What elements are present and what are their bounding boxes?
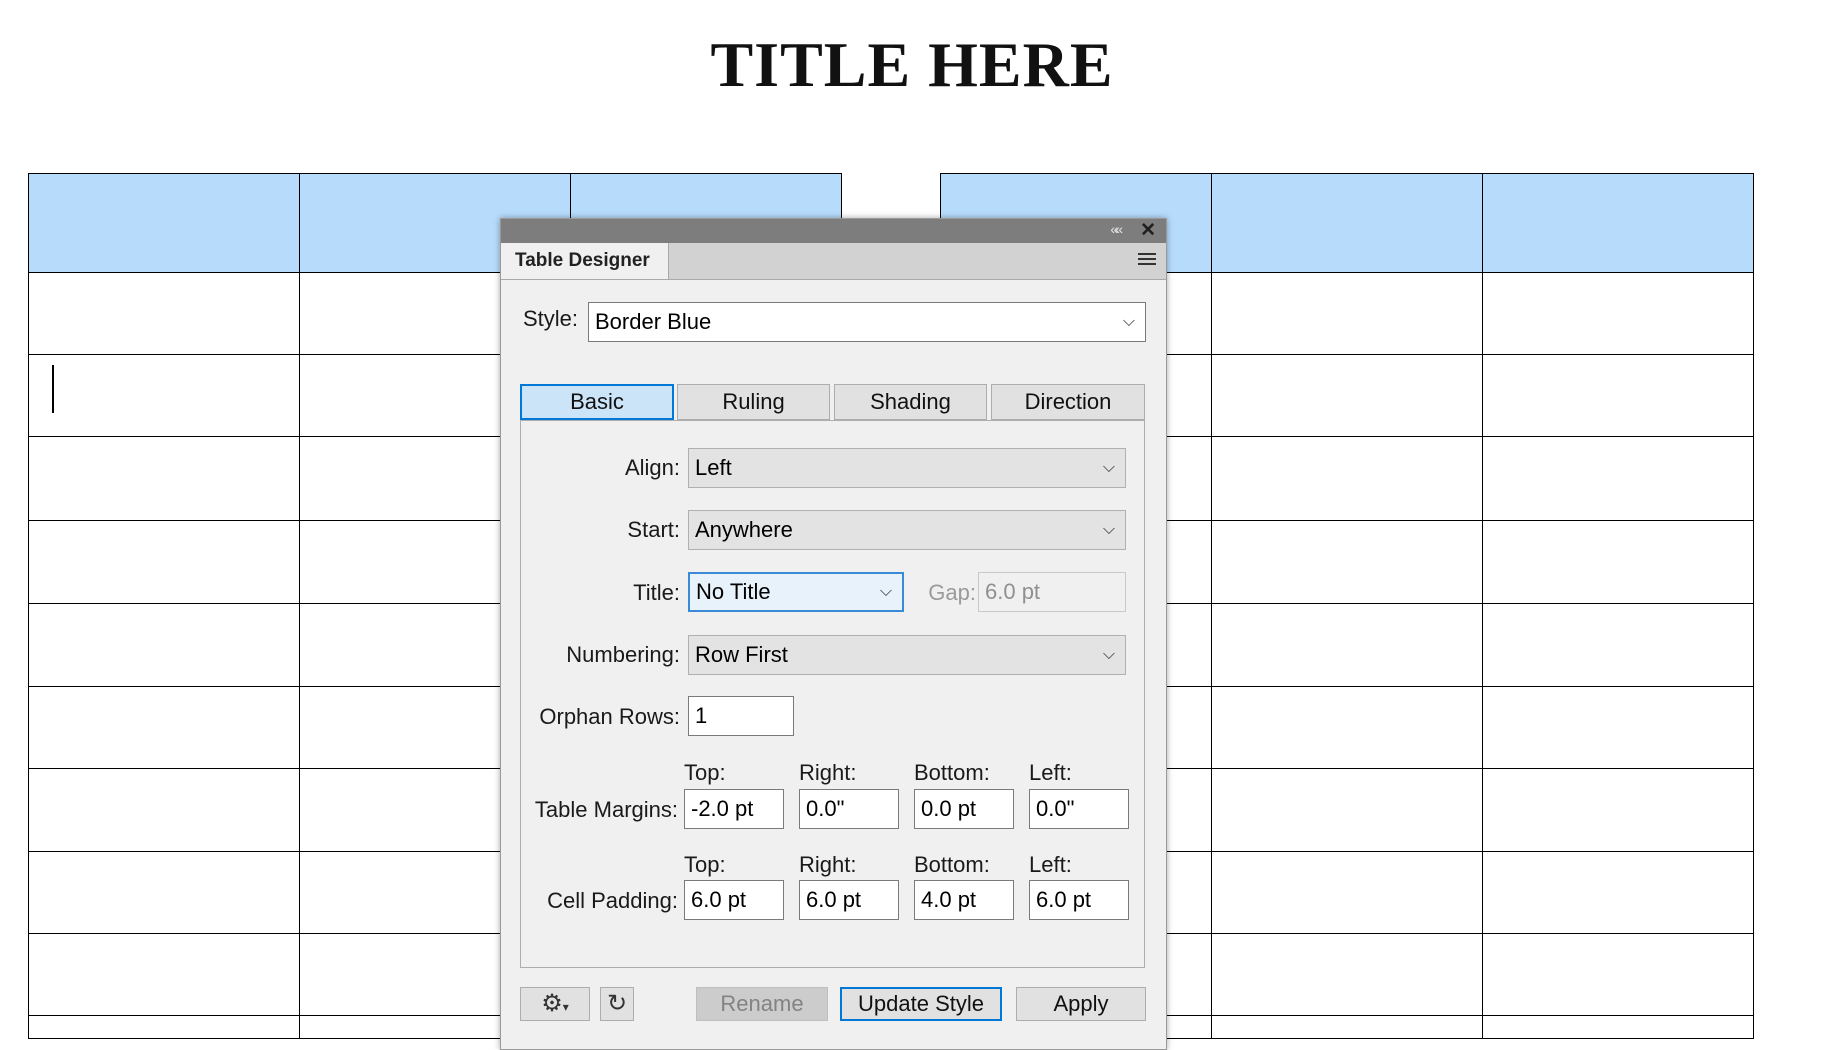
margin-top-label: Top: — [684, 760, 726, 785]
table-cell[interactable] — [28, 520, 300, 604]
table-cell[interactable] — [1482, 686, 1754, 769]
gap-label: Gap: — [928, 580, 976, 605]
document-title: TITLE HERE — [710, 29, 1114, 100]
table-cell[interactable] — [1482, 933, 1754, 1016]
table-cell[interactable] — [1482, 520, 1754, 604]
align-select[interactable]: Left ⌵ — [688, 448, 1126, 488]
padding-right-input[interactable]: 6.0 pt — [799, 880, 899, 920]
margin-bottom-label: Bottom: — [914, 760, 990, 785]
table-cell[interactable] — [1482, 768, 1754, 852]
refresh-button[interactable]: ↻ — [600, 987, 634, 1021]
chevron-down-icon: ⌵ — [1102, 459, 1115, 476]
table-cell[interactable] — [1211, 354, 1483, 437]
padding-top-input[interactable]: 6.0 pt — [684, 880, 784, 920]
margin-top-input[interactable]: -2.0 pt — [684, 789, 784, 829]
panel-tabstrip: Table Designer — [501, 243, 1166, 280]
chevron-down-icon: ⌵ — [1122, 313, 1135, 330]
subtab-direction[interactable]: Direction — [991, 384, 1145, 420]
margin-left-label: Left: — [1029, 760, 1072, 785]
update-style-button[interactable]: Update Style — [840, 987, 1002, 1021]
style-label: Style: — [522, 306, 578, 331]
table-header-cell[interactable] — [570, 173, 842, 219]
table-cell[interactable] — [28, 436, 300, 521]
margin-bottom-input[interactable]: 0.0 pt — [914, 789, 1014, 829]
table-cell[interactable] — [1211, 686, 1483, 769]
refresh-icon: ↻ — [606, 990, 628, 1017]
numbering-select[interactable]: Row First ⌵ — [688, 635, 1126, 675]
table-cell[interactable] — [1211, 851, 1483, 934]
table-cell[interactable] — [1482, 354, 1754, 437]
subtab-shading[interactable]: Shading — [834, 384, 987, 420]
table-cell[interactable] — [28, 686, 300, 769]
table-header-cell[interactable] — [1211, 173, 1483, 273]
table-margins-label: Table Margins: — [534, 797, 678, 822]
table-header-cell[interactable] — [28, 173, 300, 273]
subtab-basic[interactable]: Basic — [520, 384, 674, 420]
table-cell[interactable] — [1211, 520, 1483, 604]
padding-left-label: Left: — [1029, 852, 1072, 877]
table-cell[interactable] — [28, 1015, 300, 1039]
panel-menu-icon[interactable] — [1138, 253, 1156, 268]
table-cell[interactable] — [1211, 933, 1483, 1016]
table-cell[interactable] — [1482, 603, 1754, 687]
tab-table-designer[interactable]: Table Designer — [501, 243, 669, 279]
cell-padding-label: Cell Padding: — [547, 888, 678, 913]
padding-left-input[interactable]: 6.0 pt — [1029, 880, 1129, 920]
style-select-value: Border Blue — [595, 309, 712, 334]
table-cell[interactable] — [28, 851, 300, 934]
orphan-rows-label: Orphan Rows: — [539, 704, 680, 729]
table-cell[interactable] — [28, 354, 300, 437]
title-label: Title: — [633, 580, 680, 605]
table-cell[interactable] — [28, 933, 300, 1016]
table-cell[interactable] — [28, 768, 300, 852]
chevron-down-icon: ⌵ — [1102, 521, 1115, 538]
table-cell[interactable] — [1482, 1015, 1754, 1039]
settings-menu-button[interactable]: ⚙▾ — [520, 987, 590, 1021]
numbering-label: Numbering: — [566, 642, 680, 667]
table-cell[interactable] — [28, 272, 300, 355]
table-cell[interactable] — [1482, 436, 1754, 521]
align-select-value: Left — [695, 455, 732, 480]
orphan-rows-input[interactable]: 1 — [688, 696, 794, 736]
table-cell[interactable] — [1211, 272, 1483, 355]
padding-bottom-input[interactable]: 4.0 pt — [914, 880, 1014, 920]
start-select[interactable]: Anywhere ⌵ — [688, 510, 1126, 550]
table-cell[interactable] — [1211, 1015, 1483, 1039]
padding-bottom-label: Bottom: — [914, 852, 990, 877]
chevron-down-icon: ⌵ — [1102, 646, 1115, 663]
start-select-value: Anywhere — [695, 517, 793, 542]
table-header-cell[interactable] — [1482, 173, 1754, 273]
gap-input[interactable]: 6.0 pt — [978, 572, 1126, 612]
margin-right-input[interactable]: 0.0" — [799, 789, 899, 829]
gear-icon: ⚙ — [541, 990, 563, 1017]
align-label: Align: — [624, 455, 680, 480]
table-cell[interactable] — [1482, 851, 1754, 934]
padding-right-label: Right: — [799, 852, 857, 877]
text-cursor — [52, 365, 54, 413]
padding-top-label: Top: — [684, 852, 726, 877]
table-cell[interactable] — [1211, 768, 1483, 852]
numbering-select-value: Row First — [695, 642, 788, 667]
collapse-icon[interactable]: «« — [1110, 221, 1122, 237]
table-cell[interactable] — [1211, 436, 1483, 521]
panel-titlebar[interactable]: «« ✕ — [501, 219, 1166, 243]
rename-button[interactable]: Rename — [696, 987, 828, 1021]
title-select[interactable]: No Title ⌵ — [688, 572, 904, 612]
margin-right-label: Right: — [799, 760, 857, 785]
chevron-down-icon: ▾ — [562, 1000, 569, 1014]
start-label: Start: — [627, 517, 680, 542]
table-cell[interactable] — [28, 603, 300, 687]
subtab-ruling[interactable]: Ruling — [677, 384, 830, 420]
table-cell[interactable] — [1211, 603, 1483, 687]
margin-left-input[interactable]: 0.0" — [1029, 789, 1129, 829]
style-select[interactable]: Border Blue ⌵ — [588, 302, 1146, 342]
chevron-down-icon: ⌵ — [879, 583, 892, 600]
title-select-value: No Title — [696, 579, 771, 604]
close-icon[interactable]: ✕ — [1140, 219, 1156, 242]
apply-button[interactable]: Apply — [1016, 987, 1146, 1021]
table-cell[interactable] — [1482, 272, 1754, 355]
